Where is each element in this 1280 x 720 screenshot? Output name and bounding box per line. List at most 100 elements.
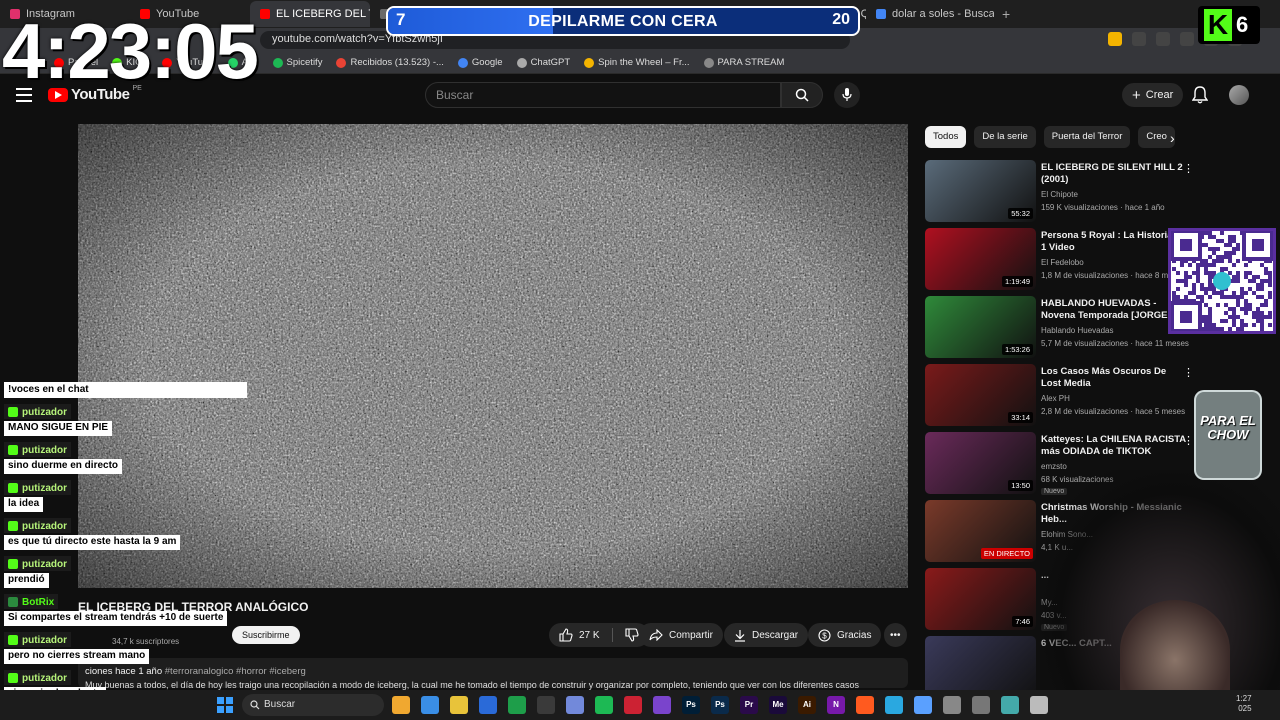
hashtags[interactable]: #terroranalogico #horror #iceberg [165,666,306,677]
related-title[interactable]: Persona 5 Royal : La Historia en 1 Video [1041,230,1187,254]
static-noise-frame [78,124,908,588]
taskbar-app-icon[interactable] [1001,696,1019,714]
related-channel[interactable]: Alex PH [1041,394,1070,403]
video-player[interactable] [78,124,908,588]
more-vertical-icon[interactable]: ⋮ [1183,366,1194,379]
related-thumbnail[interactable]: 13:50 [925,432,1036,494]
like-button[interactable]: 27 K [549,623,649,647]
chat-user-name: putizador [22,406,67,418]
browser-tab[interactable]: EL ICEBERG DEL TE× [250,1,370,27]
share-button[interactable]: Compartir [639,623,723,647]
views-date: ciones hace 1 año [85,666,163,677]
related-video[interactable]: 55:32 EL ICEBERG DE SILENT HILL 2 (2001) E… [925,160,1205,224]
taskbar-app-icon[interactable] [479,696,497,714]
related-video[interactable]: 1:19:49 Persona 5 Royal : La Historia en … [925,228,1205,292]
related-meta: 5,7 M de visualizaciones · hace 11 meses [1041,339,1189,348]
new-tab-icon[interactable]: + [994,6,1018,22]
donation-jar: PARA EL CHOW [1192,384,1264,484]
related-thumbnail[interactable] [925,636,1036,698]
taskbar-app-icon[interactable] [856,696,874,714]
taskbar-app-icon[interactable] [450,696,468,714]
filter-chip[interactable]: Todos [925,126,967,148]
download-button[interactable]: Descargar [724,623,809,647]
taskbar-app-icon[interactable] [624,696,642,714]
taskbar-app-icon[interactable] [421,696,439,714]
puzzle-icon[interactable] [1132,32,1146,46]
bookmark-item[interactable]: Google [457,57,503,68]
windows-start-icon[interactable] [217,697,233,713]
taskbar-app-icon[interactable] [392,696,410,714]
related-thumbnail[interactable]: 33:14 [925,364,1036,426]
plus-icon: + [1132,86,1141,104]
thumbs-down-icon[interactable] [625,628,639,642]
taskbar-app-icon[interactable] [595,696,613,714]
related-channel[interactable]: El Chipote [1041,190,1078,199]
taskbar-app-icon[interactable] [943,696,961,714]
more-actions-button[interactable]: ••• [884,623,907,647]
search-button[interactable] [781,82,823,108]
duration-badge: 33:14 [1008,412,1033,423]
bookmark-label: Google [471,57,503,68]
taskbar-app-icon[interactable]: Me [769,696,787,714]
bookmark-item[interactable]: Spin the Wheel – Fr... [584,57,690,68]
notifications-button[interactable] [1191,86,1209,109]
create-button[interactable]: + Crear [1122,83,1184,107]
bell-icon [1191,86,1209,104]
taskbar-app-icon[interactable] [566,696,584,714]
bookmark-item[interactable]: Recibidos (13.523) -... [336,57,444,68]
filter-chip[interactable]: De la serie [974,126,1036,148]
related-thumbnail[interactable]: EN DIRECTO [925,500,1036,562]
taskbar-app-icon[interactable] [653,696,671,714]
media-icon[interactable] [1156,32,1170,46]
related-title[interactable]: EL ICEBERG DE SILENT HILL 2 (2001) [1041,162,1187,186]
taskbar-app-icon[interactable]: Pr [740,696,758,714]
taskbar-app-icon[interactable]: Ps [682,696,700,714]
related-channel[interactable]: Hablando Huevadas [1041,326,1114,335]
user-badge-icon [8,445,18,455]
taskbar-app-icon[interactable] [537,696,555,714]
taskbar-app-icon[interactable] [972,696,990,714]
taskbar-app-icon[interactable]: Ai [798,696,816,714]
browser-tab[interactable]: dolar a soles - Buscar con [866,1,994,27]
related-thumbnail[interactable]: 7:46 [925,568,1036,630]
taskbar-app-icon[interactable] [914,696,932,714]
extension-icon[interactable] [1108,32,1122,46]
description-meta: ciones hace 1 año #terroranalogico #horr… [85,666,306,677]
filter-chip[interactable]: Puerta del Terror [1043,126,1131,148]
stream-timer: 4:23:05 [2,7,259,95]
thanks-button[interactable]: $ Gracias [808,623,882,647]
chat-username: putizador [4,670,71,685]
related-thumbnail[interactable]: 1:53:26 [925,296,1036,358]
create-label: Crear [1145,89,1174,101]
related-title[interactable]: HABLANDO HUEVADAS - Novena Temporada [JO… [1041,298,1187,322]
voice-search-button[interactable] [834,82,860,108]
bookmark-item[interactable]: Spicetify [272,57,322,68]
taskbar-app-icon[interactable] [508,696,526,714]
subscribe-button[interactable]: Suscribirme [232,626,300,644]
taskbar-app-icon[interactable] [885,696,903,714]
avatar[interactable] [1229,85,1249,105]
related-title[interactable]: Katteyes: La CHILENA RACISTA más ODIADA … [1041,434,1187,458]
bookmark-item[interactable]: ChatGPT [516,57,570,68]
taskbar-clock[interactable]: 1:27 025 [1236,694,1252,714]
duration-badge: 13:50 [1008,480,1033,491]
chevron-right-icon[interactable]: › [1170,130,1175,146]
related-video[interactable]: 1:53:26 HABLANDO HUEVADAS - Novena Tempor… [925,296,1205,360]
taskbar-app-icon[interactable]: N [827,696,845,714]
related-thumbnail[interactable]: 55:32 [925,160,1036,222]
chat-username: putizador [4,518,71,533]
like-count: 27 K [579,629,600,641]
taskbar-search[interactable]: Buscar [242,694,384,716]
sidebar-icon[interactable] [1180,32,1194,46]
search-input[interactable]: Buscar [425,82,781,108]
more-vertical-icon[interactable]: ⋮ [1183,162,1194,175]
taskbar-app-icon[interactable]: Ps [711,696,729,714]
taskbar-app-icon[interactable] [1030,696,1048,714]
related-video[interactable]: 33:14 Los Casos Más Oscuros De Lost Media… [925,364,1205,428]
related-title[interactable]: Los Casos Más Oscuros De Lost Media [1041,366,1187,390]
related-channel[interactable]: El Fedelobo [1041,258,1084,267]
chat-message: Si compartes el stream tendrás +10 de su… [4,611,228,626]
related-thumbnail[interactable]: 1:19:49 [925,228,1036,290]
bookmark-item[interactable]: PARA STREAM [703,57,784,68]
download-icon [735,629,745,642]
